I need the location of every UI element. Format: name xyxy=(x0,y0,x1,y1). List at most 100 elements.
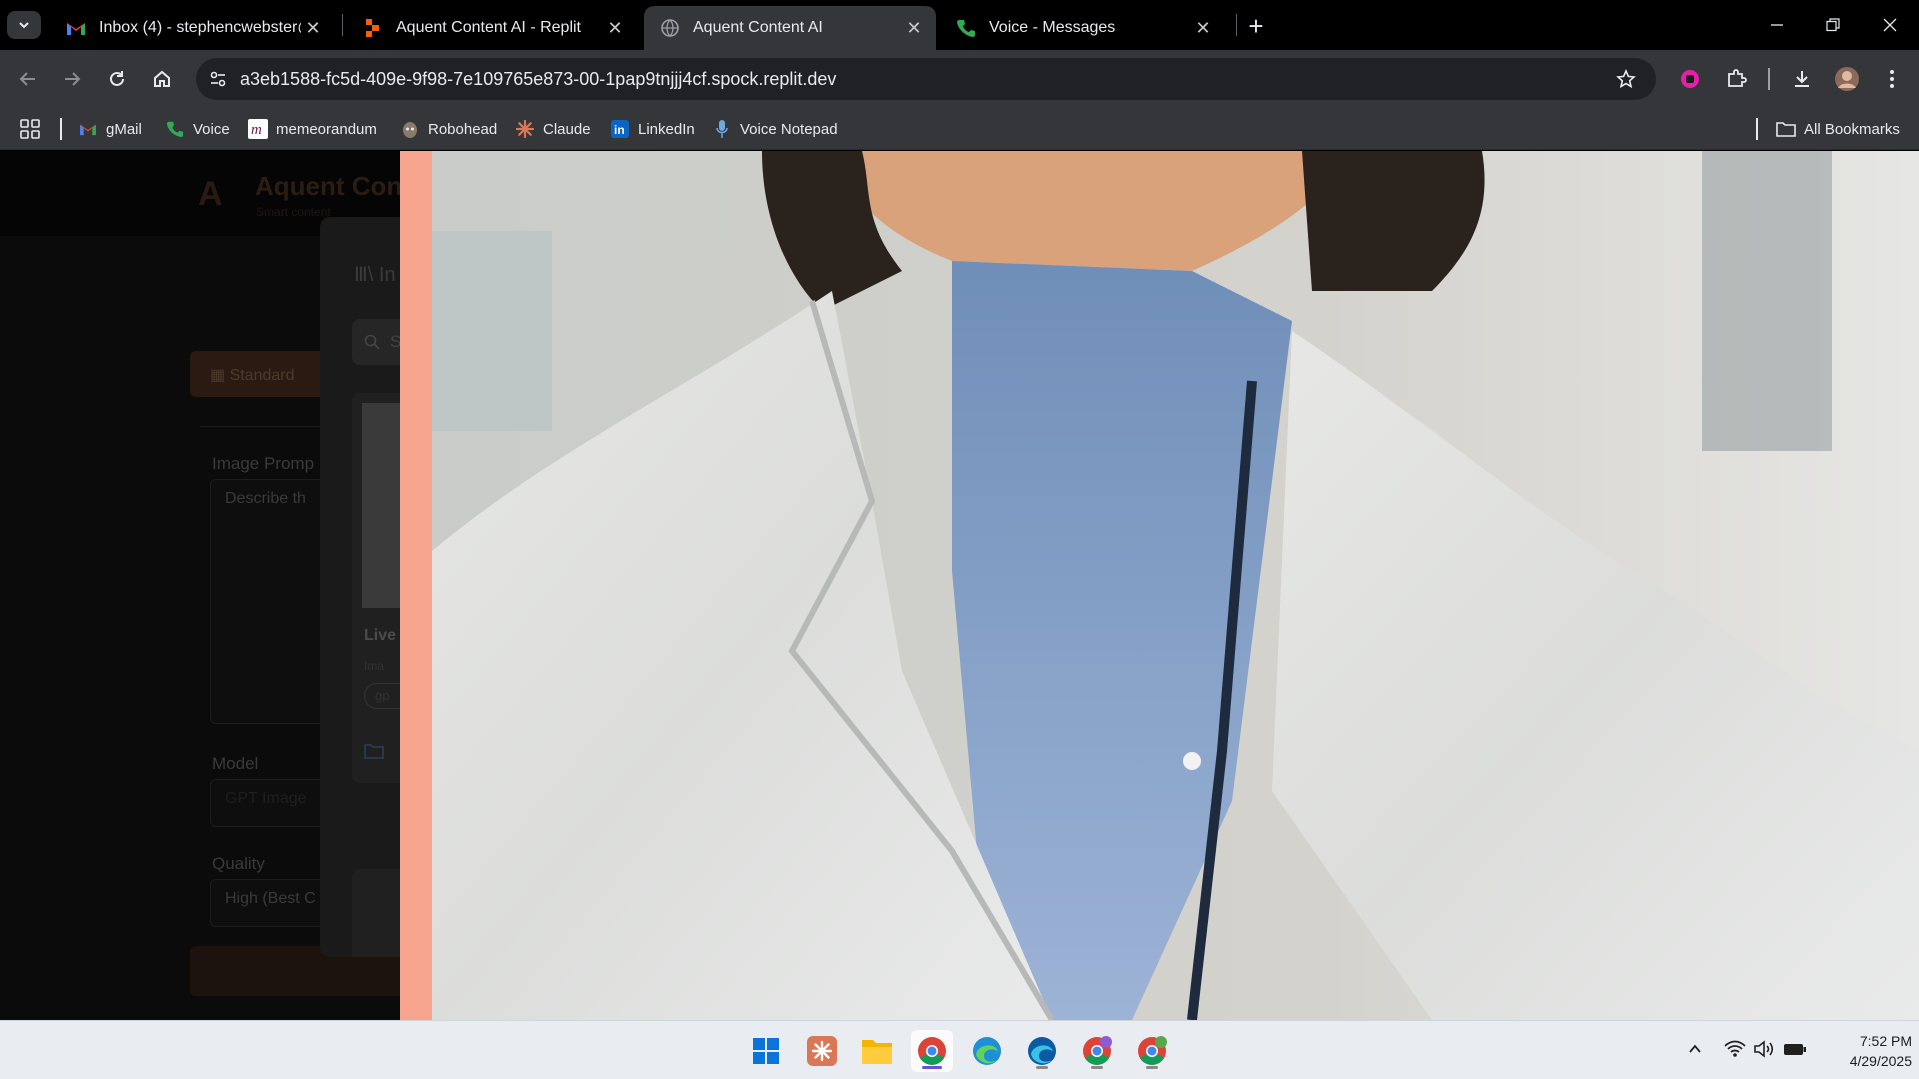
back-button[interactable] xyxy=(12,63,44,95)
bookmark-linkedin[interactable]: in LinkedIn xyxy=(610,116,695,142)
tab-voice-messages[interactable]: Voice - Messages ✕ xyxy=(940,6,1225,50)
file-explorer-icon xyxy=(862,1040,892,1064)
bookmark-voice[interactable]: Voice xyxy=(165,116,230,142)
start-button[interactable] xyxy=(745,1030,787,1072)
all-bookmarks-button[interactable]: All Bookmarks xyxy=(1776,116,1900,142)
tab-search-button[interactable] xyxy=(7,11,41,39)
minimize-button[interactable] xyxy=(1757,10,1797,40)
profile-avatar[interactable] xyxy=(1831,63,1863,95)
bookmark-voice-notepad[interactable]: Voice Notepad xyxy=(712,116,838,142)
tab-aquent-content-ai[interactable]: Aquent Content AI ✕ xyxy=(644,6,936,50)
replit-icon xyxy=(362,17,384,39)
taskbar-chrome-active[interactable] xyxy=(911,1030,953,1072)
linkedin-icon: in xyxy=(610,119,630,139)
site-info-icon[interactable] xyxy=(204,65,232,93)
toolbar-separator xyxy=(1768,68,1770,90)
taskbar-claude[interactable] xyxy=(801,1030,843,1072)
clock-time: 7:52 PM xyxy=(1859,1033,1912,1049)
memeorandum-icon: m xyxy=(248,119,268,139)
close-icon[interactable]: ✕ xyxy=(902,16,926,40)
bookmark-label: Claude xyxy=(543,120,591,138)
all-bookmarks-label: All Bookmarks xyxy=(1804,120,1900,138)
folder-icon[interactable] xyxy=(364,741,384,761)
chrome-icon xyxy=(918,1037,946,1065)
tab-title: Aquent Content AI - Replit xyxy=(396,19,581,36)
close-icon[interactable]: ✕ xyxy=(1191,16,1215,40)
taskbar-file-explorer[interactable] xyxy=(856,1030,898,1072)
close-icon[interactable]: ✕ xyxy=(603,16,627,40)
bookmark-star-icon[interactable] xyxy=(1610,63,1642,95)
volume-button[interactable] xyxy=(1752,1037,1776,1061)
tab-strip: Inbox (4) - stephencwebster@g ✕ Aquent C… xyxy=(0,0,1919,50)
bookmark-robohead[interactable]: Robohead xyxy=(400,116,497,142)
claude-icon xyxy=(807,1036,837,1066)
downloads-icon[interactable] xyxy=(1786,63,1818,95)
extension-pink-icon[interactable] xyxy=(1674,63,1706,95)
speaker-icon xyxy=(1754,1040,1774,1058)
microphone-icon xyxy=(712,119,732,139)
tab-title: Voice - Messages xyxy=(989,19,1116,36)
image-prompt-label: Image Promp xyxy=(212,454,315,473)
app-subtitle: Smart content xyxy=(256,205,331,219)
chrome-icon xyxy=(1083,1036,1112,1065)
bookmarks-bar: gMail Voice m memeorandum Robohead Claud… xyxy=(0,108,1919,150)
edge-icon xyxy=(973,1037,1001,1065)
bookmark-label: LinkedIn xyxy=(638,120,695,138)
battery-button[interactable] xyxy=(1783,1037,1807,1061)
library-icon: Ⅲ\ xyxy=(354,264,379,286)
gmail-icon xyxy=(78,119,98,139)
plus-icon: + xyxy=(1248,10,1264,41)
claude-icon xyxy=(515,119,535,139)
app-logo: A xyxy=(198,175,223,213)
bookmark-gmail[interactable]: gMail xyxy=(78,116,142,142)
clock-date: 4/29/2025 xyxy=(1849,1053,1912,1069)
bookmark-memeorandum[interactable]: m memeorandum xyxy=(248,116,377,142)
restore-button[interactable] xyxy=(1813,10,1853,40)
tab-title: Inbox (4) - stephencwebster@g xyxy=(99,19,301,36)
tray-overflow-button[interactable] xyxy=(1683,1037,1707,1061)
edge-dev-icon xyxy=(1028,1037,1056,1065)
home-button[interactable] xyxy=(146,63,178,95)
extensions-puzzle-icon[interactable] xyxy=(1720,63,1752,95)
windows-taskbar: 7:52 PM 4/29/2025 xyxy=(0,1020,1919,1079)
bookmark-label: memeorandum xyxy=(276,120,377,138)
reload-button[interactable] xyxy=(101,63,133,95)
taskbar-chrome-profile-2[interactable] xyxy=(1076,1030,1118,1072)
tab-gmail[interactable]: Inbox (4) - stephencwebster@g ✕ xyxy=(50,6,335,50)
address-bar[interactable]: a3eb1588-fc5d-409e-9f98-7e109765e873-00-… xyxy=(196,58,1656,100)
running-indicator xyxy=(922,1066,942,1069)
image-lightbox[interactable] xyxy=(400,151,1919,1020)
folder-icon xyxy=(1776,119,1796,139)
globe-icon xyxy=(659,17,681,39)
system-clock[interactable]: 7:52 PM 4/29/2025 xyxy=(1822,1031,1912,1071)
model-label: Model xyxy=(212,754,259,773)
lab-coat-photo xyxy=(432,151,1919,1020)
running-indicator xyxy=(1091,1066,1103,1069)
reload-icon xyxy=(110,71,124,86)
chevron-up-icon xyxy=(1689,1044,1701,1053)
gmail-icon xyxy=(65,17,87,39)
taskbar-edge[interactable] xyxy=(966,1030,1008,1072)
taskbar-edge-dev[interactable] xyxy=(1021,1030,1063,1072)
voice-icon xyxy=(165,119,185,139)
bookmark-claude[interactable]: Claude xyxy=(515,116,591,142)
bookmark-label: Voice Notepad xyxy=(740,120,838,138)
tab-replit[interactable]: Aquent Content AI - Replit ✕ xyxy=(347,6,637,50)
robohead-icon xyxy=(400,119,420,139)
url-text[interactable]: a3eb1588-fc5d-409e-9f98-7e109765e873-00-… xyxy=(240,69,1610,90)
wifi-icon xyxy=(1724,1040,1746,1057)
home-icon xyxy=(154,70,170,87)
wifi-button[interactable] xyxy=(1723,1037,1747,1061)
photo-image xyxy=(432,151,1919,1020)
menu-kebab-icon[interactable] xyxy=(1876,63,1908,95)
tab-separator xyxy=(1236,14,1237,36)
close-window-button[interactable] xyxy=(1870,10,1910,40)
forward-button[interactable] xyxy=(56,63,88,95)
taskbar-chrome-profile-3[interactable] xyxy=(1131,1030,1173,1072)
apps-grid-icon xyxy=(20,119,40,139)
apps-grid-button[interactable] xyxy=(20,116,40,142)
chevron-down-icon xyxy=(19,22,29,29)
close-icon[interactable]: ✕ xyxy=(301,16,325,40)
new-tab-button[interactable]: + xyxy=(1242,10,1270,41)
arrow-left-icon xyxy=(19,72,35,86)
